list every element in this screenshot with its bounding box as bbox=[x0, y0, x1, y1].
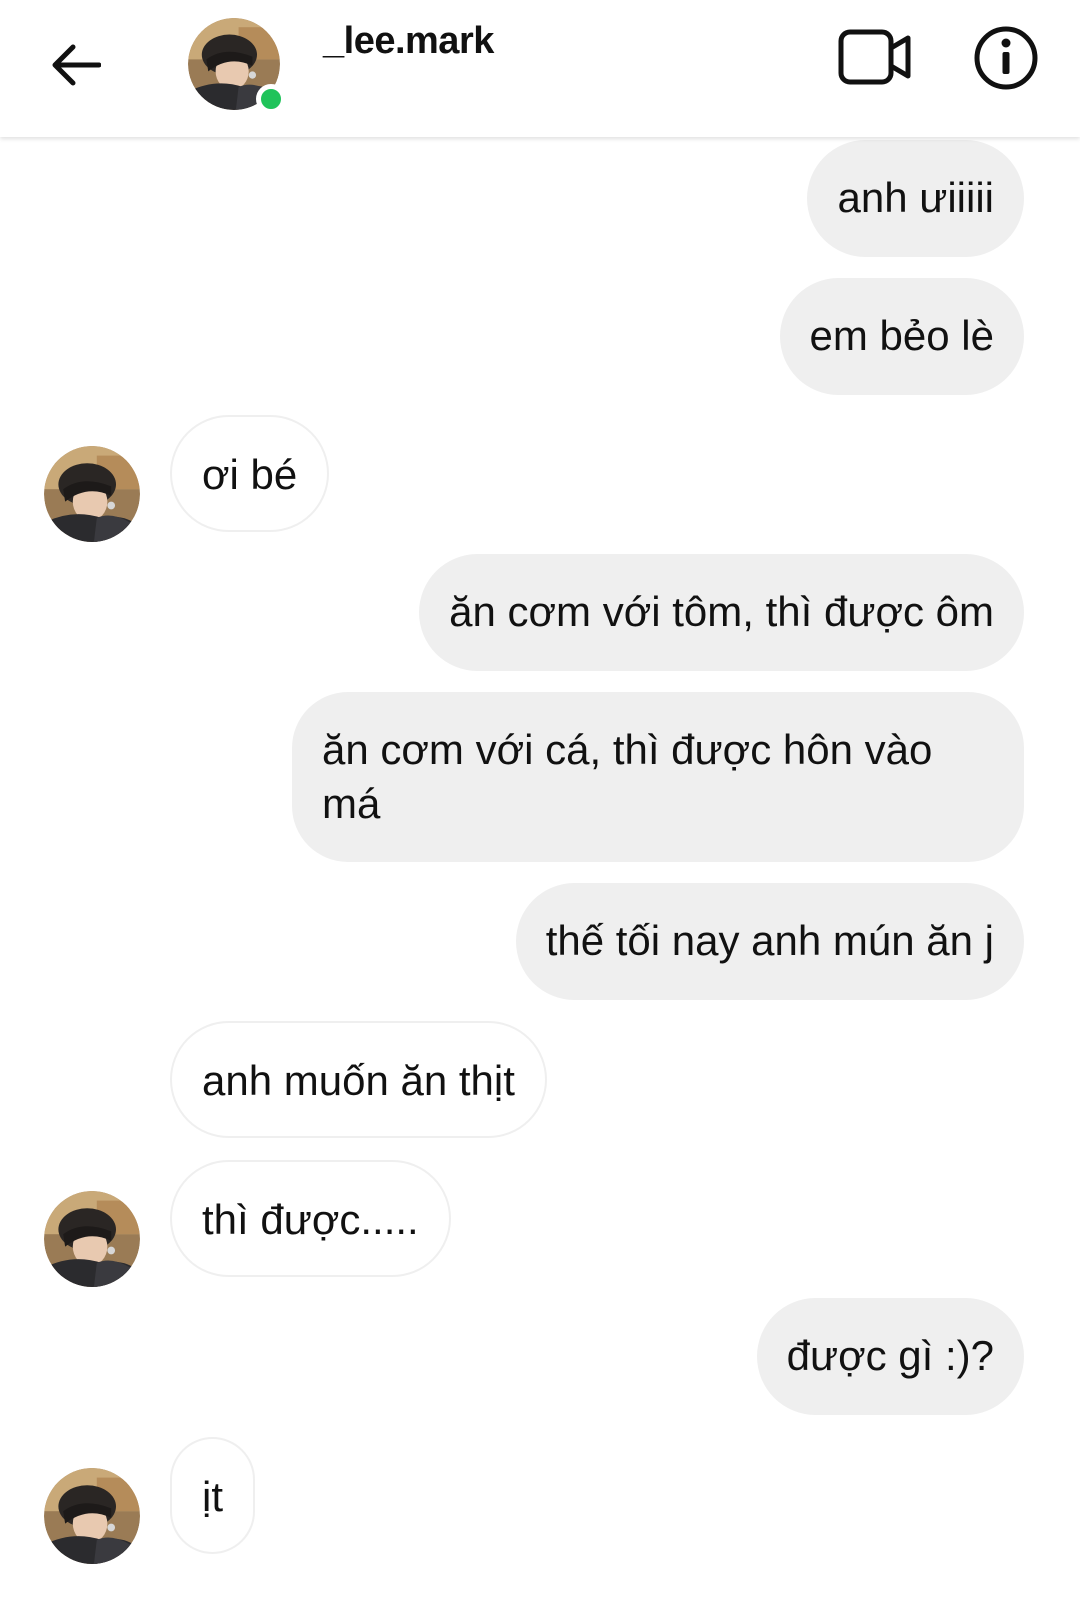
arrow-left-icon bbox=[52, 44, 101, 86]
online-status-dot bbox=[256, 84, 286, 114]
sender-avatar[interactable] bbox=[44, 446, 140, 542]
message-text: ơi bé bbox=[202, 451, 298, 498]
message-text: ăn cơm với cá, thì được hôn vào má bbox=[322, 726, 933, 827]
message-bubble-received[interactable]: ịt bbox=[170, 1437, 255, 1554]
message-text: anh muốn ăn thịt bbox=[202, 1057, 515, 1104]
message-text: anh ưiiiii bbox=[837, 174, 994, 221]
message-text: ăn cơm với tôm, thì được ôm bbox=[449, 588, 994, 635]
message-text: thế tối nay anh mún ăn j bbox=[545, 917, 994, 964]
contact-username[interactable]: _lee.mark bbox=[323, 20, 494, 63]
message-bubble-sent[interactable]: ăn cơm với tôm, thì được ôm bbox=[419, 554, 1024, 671]
message-bubble-sent[interactable]: ăn cơm với cá, thì được hôn vào má bbox=[292, 692, 1024, 862]
info-button[interactable] bbox=[970, 22, 1042, 94]
chat-header: _lee.mark bbox=[0, 0, 1080, 137]
message-text: thì được..... bbox=[202, 1196, 419, 1243]
message-bubble-sent[interactable]: anh ưiiiii bbox=[807, 140, 1024, 257]
message-bubble-received[interactable]: ơi bé bbox=[170, 415, 330, 532]
message-bubble-received[interactable]: anh muốn ăn thịt bbox=[170, 1021, 547, 1138]
message-bubble-sent[interactable]: được gì :)? bbox=[756, 1298, 1024, 1415]
back-button[interactable] bbox=[40, 30, 110, 100]
message-text: ịt bbox=[202, 1473, 223, 1520]
message-bubble-sent[interactable]: thế tối nay anh mún ăn j bbox=[515, 883, 1024, 1000]
message-text: được gì :)? bbox=[786, 1332, 994, 1379]
message-bubble-sent[interactable]: em bẻo lè bbox=[779, 278, 1024, 395]
video-camera-icon bbox=[838, 29, 911, 85]
sender-avatar[interactable] bbox=[44, 1191, 140, 1287]
message-bubble-received[interactable]: thì được..... bbox=[170, 1160, 451, 1277]
message-text: em bẻo lè bbox=[809, 312, 994, 359]
contact-avatar[interactable] bbox=[188, 18, 286, 114]
sender-avatar[interactable] bbox=[44, 1468, 140, 1564]
video-call-button[interactable] bbox=[835, 22, 915, 92]
info-circle-icon bbox=[974, 26, 1038, 90]
